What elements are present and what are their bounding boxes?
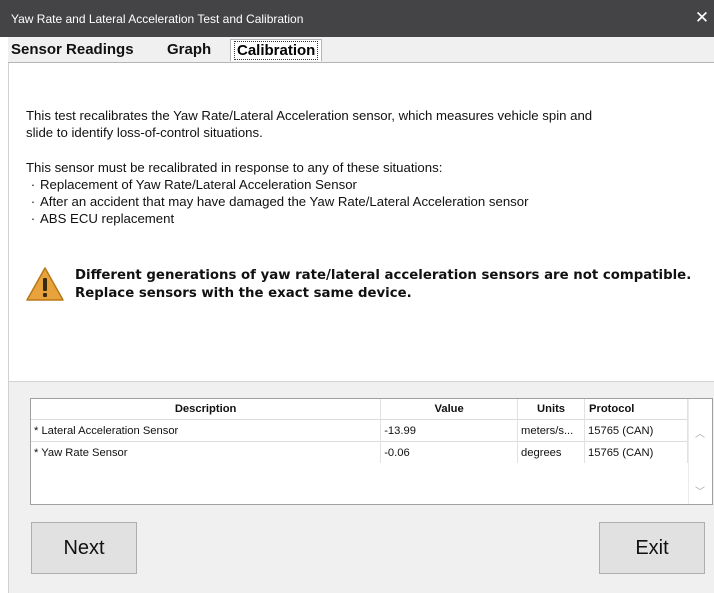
tab-calibration[interactable]: Calibration [230,39,323,61]
warning-triangle-icon [26,267,64,301]
cell-protocol: 15765 (CAN) [584,441,688,463]
cell-protocol: 15765 (CAN) [584,419,688,442]
bullet-icon: · [30,211,36,226]
warning-line-2: Replace sensors with the exact same devi… [75,286,412,301]
tab-bar: Sensor Readings Graph Calibration [8,37,714,63]
window-title: Yaw Rate and Lateral Acceleration Test a… [11,12,304,26]
list-item: · Replacement of Yaw Rate/Lateral Acceler… [26,176,357,193]
intro-line-2: slide to identify loss-of-control situat… [26,125,263,140]
calibration-panel: This test recalibrates the Yaw Rate/Late… [8,63,714,593]
info-panel: This test recalibrates the Yaw Rate/Late… [9,63,714,382]
scroll-down-icon[interactable]: ﹀ [695,483,705,498]
cell-units: degrees [517,441,586,463]
next-button[interactable]: Next [31,522,137,574]
list-item: · ABS ECU replacement [26,210,174,227]
exit-button[interactable]: Exit [599,522,705,574]
close-icon[interactable]: ✕ [690,8,714,28]
table-row[interactable]: * Yaw Rate Sensor -0.06 degrees 15765 (C… [31,441,688,463]
column-header-description[interactable]: Description [31,399,382,420]
vertical-scrollbar[interactable]: ︿ ﹀ [688,399,712,504]
tab-graph[interactable]: Graph [167,41,211,58]
bullet-icon: · [30,194,36,209]
sensor-grid[interactable]: Description Value Units Protocol * Later… [30,398,713,505]
table-header-row: Description Value Units Protocol [31,399,688,420]
column-header-value[interactable]: Value [380,399,519,420]
cell-value: -0.06 [380,441,519,463]
tab-sensor-readings[interactable]: Sensor Readings [11,41,134,58]
title-bar: Yaw Rate and Lateral Acceleration Test a… [0,0,714,37]
intro-line-1: This test recalibrates the Yaw Rate/Late… [26,108,593,123]
cell-units: meters/s... [517,419,586,442]
cell-description: * Lateral Acceleration Sensor [31,419,382,442]
column-header-protocol[interactable]: Protocol [584,399,688,420]
cell-description: * Yaw Rate Sensor [31,441,382,463]
table-row[interactable]: * Lateral Acceleration Sensor -13.99 met… [31,419,688,442]
cell-value: -13.99 [380,419,519,442]
warning-line-1: Different generations of yaw rate/latera… [75,268,692,283]
sensor-table: Description Value Units Protocol * Later… [31,399,688,463]
scroll-up-icon[interactable]: ︿ [695,425,705,440]
column-header-units[interactable]: Units [517,399,586,420]
tab-calibration-label: Calibration [234,41,319,60]
warning-message: Different generations of yaw rate/latera… [75,267,691,303]
bullet-icon: · [30,177,36,192]
situations-heading: This sensor must be recalibrated in resp… [26,160,443,175]
list-item: · After an accident that may have damaged… [26,193,529,210]
